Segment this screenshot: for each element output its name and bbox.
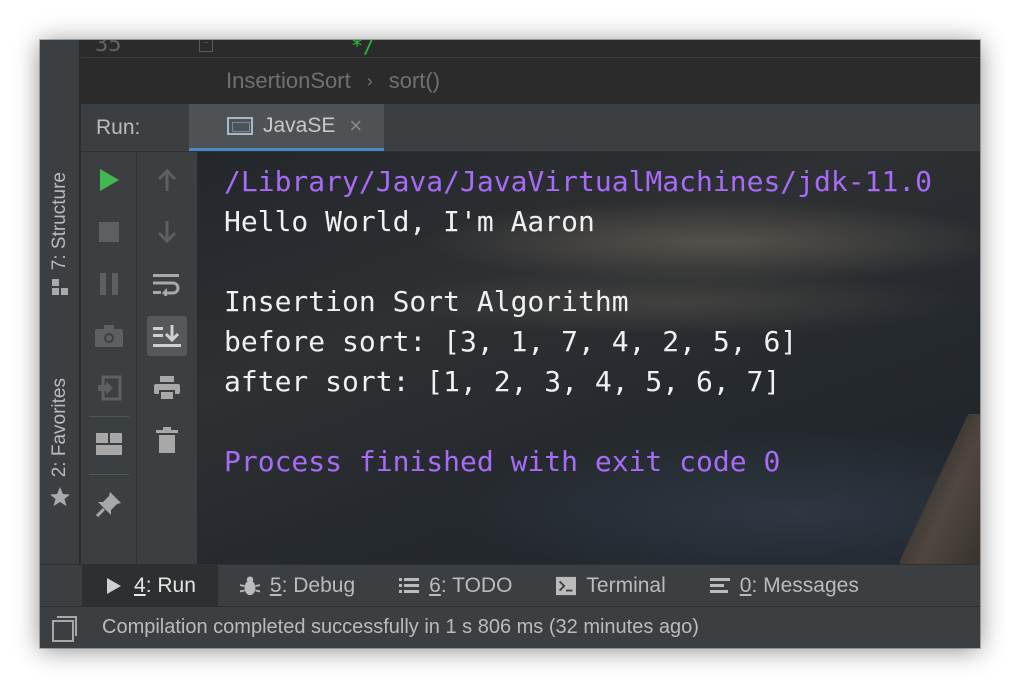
rerun-button[interactable] [89,160,129,200]
pin-tab-button[interactable] [89,484,129,524]
print-button[interactable] [147,368,187,408]
run-toolbar-primary [81,152,137,564]
arrow-up-icon [157,168,177,191]
toolbar-divider [89,416,129,417]
structure-icon [50,278,70,302]
tab-javase-label: JavaSE [263,114,336,137]
pause-icon [100,273,118,295]
arrow-down-icon [157,221,177,244]
console-line: Insertion Sort Algorithm [224,285,629,318]
terminal-tool-button[interactable]: Terminal [534,565,687,607]
todo-mnemonic: 6 [429,573,441,597]
editor-area[interactable]: 35 − */ [81,40,980,58]
scroll-to-end-icon [153,325,181,347]
breadcrumb: InsertionSort › sort() [81,59,980,103]
restore-layout-button[interactable] [89,424,129,464]
structure-tool-tab[interactable]: 7: Structure [40,172,80,302]
code-fragment: */ [351,40,376,58]
messages-tool-label: 0: Messages [740,574,859,598]
play-icon [104,576,124,596]
play-icon [100,169,119,191]
dump-threads-button[interactable] [89,316,129,356]
fold-icon[interactable]: − [199,40,213,52]
structure-tab-label: 7: Structure [49,172,70,271]
debug-tool-label: 5: Debug [270,574,355,598]
left-tool-strip: 7: Structure 2: Favorites [40,40,80,564]
breadcrumb-class[interactable]: InsertionSort [226,68,351,94]
breadcrumb-separator: › [366,70,373,91]
console-tab-icon [227,117,253,135]
messages-mnemonic: 0 [739,573,752,597]
favorites-tool-tab[interactable]: 2: Favorites [40,378,80,515]
run-mnemonic: 4 [134,573,146,597]
soft-wrap-icon [153,274,180,296]
debug-mnemonic: 5 [269,573,282,597]
print-icon [154,376,180,400]
run-tool-label: 4: Run [134,574,196,598]
terminal-label-text: Terminal [586,573,666,597]
list-icon [399,576,420,596]
toolbar-divider [89,474,129,475]
scroll-to-end-button[interactable] [147,316,187,356]
messages-icon [709,576,730,596]
run-tool-button[interactable]: 4: Run [82,564,218,607]
layout-icon [96,433,122,455]
bug-icon [239,575,260,596]
ide-window: 35 − */ InsertionSort › sort() 7: Struct… [40,40,980,648]
run-tool-window-header: Run: JavaSE × [81,104,980,152]
console-line: Hello World, I'm Aaron [224,205,595,238]
debug-label-text: : Debug [281,573,356,597]
tab-javase[interactable]: JavaSE × [189,104,385,151]
todo-tool-button[interactable]: 6: TODO [377,565,534,607]
favorites-tab-label: 2: Favorites [49,378,70,478]
pin-icon [96,492,121,517]
status-message[interactable]: Compilation completed successfully in 1 … [102,616,699,639]
camera-icon [95,325,123,347]
clear-all-button[interactable] [147,420,187,460]
terminal-icon [556,576,577,596]
status-bar: Compilation completed successfully in 1 … [40,606,980,648]
pause-button[interactable] [89,264,129,304]
debug-tool-button[interactable]: 5: Debug [218,565,377,607]
messages-label-text: : Messages [751,573,859,597]
exit-button[interactable] [89,368,129,408]
todo-tool-label: 6: TODO [429,574,512,598]
console-line: after sort: [1, 2, 3, 4, 5, 6, 7] [224,365,781,398]
run-label-text: : Run [145,573,196,597]
run-toolbar-secondary [137,152,198,564]
close-icon[interactable]: × [349,113,362,139]
breadcrumb-method[interactable]: sort() [389,68,440,94]
trash-icon [156,427,178,453]
console-line-command: /Library/Java/JavaVirtualMachines/jdk-11… [224,165,933,198]
soft-wrap-button[interactable] [147,264,187,304]
stop-icon [99,222,119,242]
console-line: before sort: [3, 1, 7, 4, 2, 5, 6] [224,325,798,358]
star-icon [48,485,72,515]
next-occurrence-button[interactable] [147,212,187,252]
todo-label-text: : TODO [440,573,513,597]
tool-windows-toggle-icon[interactable] [52,615,77,642]
tool-window-bar: 4: Run 5: Debug 6: TODO Terminal 0: Mess… [40,564,980,607]
stop-button[interactable] [89,212,129,252]
previous-occurrence-button[interactable] [147,160,187,200]
line-number: 35 [95,40,122,57]
run-panel-label: Run: [96,115,141,139]
exit-icon [98,375,122,401]
console-output[interactable]: /Library/Java/JavaVirtualMachines/jdk-11… [198,152,980,564]
messages-tool-button[interactable]: 0: Messages [688,565,881,607]
console-line-exit-status: Process finished with exit code 0 [224,445,781,478]
